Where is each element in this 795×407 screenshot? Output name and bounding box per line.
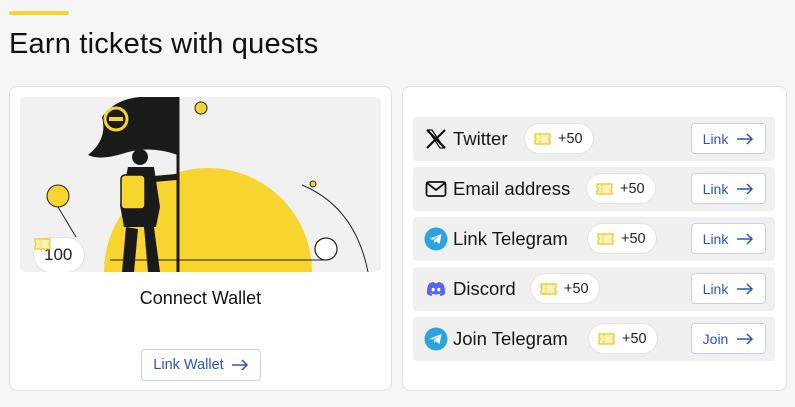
wallet-reward-badge: 100 [34, 238, 85, 272]
quest-row-join-telegram: Join Telegram +50 Join [413, 317, 775, 361]
discord-link-button[interactable]: Link [691, 273, 766, 304]
quest-illustration: 100 [20, 97, 381, 272]
link-telegram-button[interactable]: Link [691, 223, 766, 254]
quest-points-badge: +50 [525, 124, 593, 153]
quest-points: +50 [564, 280, 589, 297]
ticket-icon [598, 332, 615, 345]
quest-points-badge: +50 [531, 274, 599, 303]
arrow-right-icon [737, 132, 754, 145]
ticket-icon [597, 232, 614, 245]
x-icon [426, 129, 446, 149]
ticket-icon [540, 282, 557, 295]
arrow-right-icon [737, 332, 754, 345]
quest-points-badge: +50 [588, 224, 656, 253]
quest-row-email: Email address +50 Link [413, 167, 775, 211]
button-label: Link [702, 180, 729, 197]
connect-wallet-card: 100 Connect Wallet Link Wallet [9, 86, 392, 391]
quest-points: +50 [622, 330, 647, 347]
quest-points: +50 [558, 130, 583, 147]
ticket-icon [34, 238, 51, 250]
button-label: Link [702, 130, 729, 147]
quest-label: Link Telegram [453, 228, 568, 249]
quest-list-card: Twitter +50 Link Email address +50 Link … [402, 86, 787, 391]
quest-points: +50 [620, 180, 645, 197]
button-label: Join [702, 330, 729, 347]
envelope-icon [425, 181, 447, 197]
quest-row-discord: Discord +50 Link [413, 267, 775, 311]
quest-points-badge: +50 [589, 324, 657, 353]
quest-label: Join Telegram [453, 328, 568, 349]
quest-row-link-telegram: Link Telegram +50 Link [413, 217, 775, 261]
ticket-icon [596, 182, 613, 195]
email-link-button[interactable]: Link [691, 173, 766, 204]
quest-label: Twitter [453, 128, 508, 149]
quest-points-badge: +50 [587, 174, 655, 203]
button-label: Link [702, 280, 729, 297]
telegram-icon [424, 327, 448, 351]
ticket-icon [534, 132, 551, 145]
connect-wallet-title: Connect Wallet [139, 288, 262, 308]
arrow-right-icon [737, 182, 754, 195]
quest-label: Discord [453, 278, 516, 299]
telegram-icon [424, 227, 448, 251]
button-label: Link [702, 230, 729, 247]
arrow-right-icon [737, 282, 754, 295]
quest-points: +50 [621, 230, 646, 247]
quest-row-twitter: Twitter +50 Link [413, 117, 775, 161]
discord-icon [426, 281, 446, 296]
page-title: Earn tickets with quests [9, 28, 319, 60]
link-wallet-button[interactable]: Link Wallet [141, 349, 261, 381]
link-wallet-label: Link Wallet [153, 357, 224, 373]
quest-label: Email address [453, 178, 571, 199]
arrow-right-icon [737, 232, 754, 245]
arrow-right-icon [231, 359, 248, 371]
join-telegram-button[interactable]: Join [691, 323, 766, 354]
title-accent-bar [9, 11, 69, 15]
twitter-link-button[interactable]: Link [691, 123, 766, 154]
